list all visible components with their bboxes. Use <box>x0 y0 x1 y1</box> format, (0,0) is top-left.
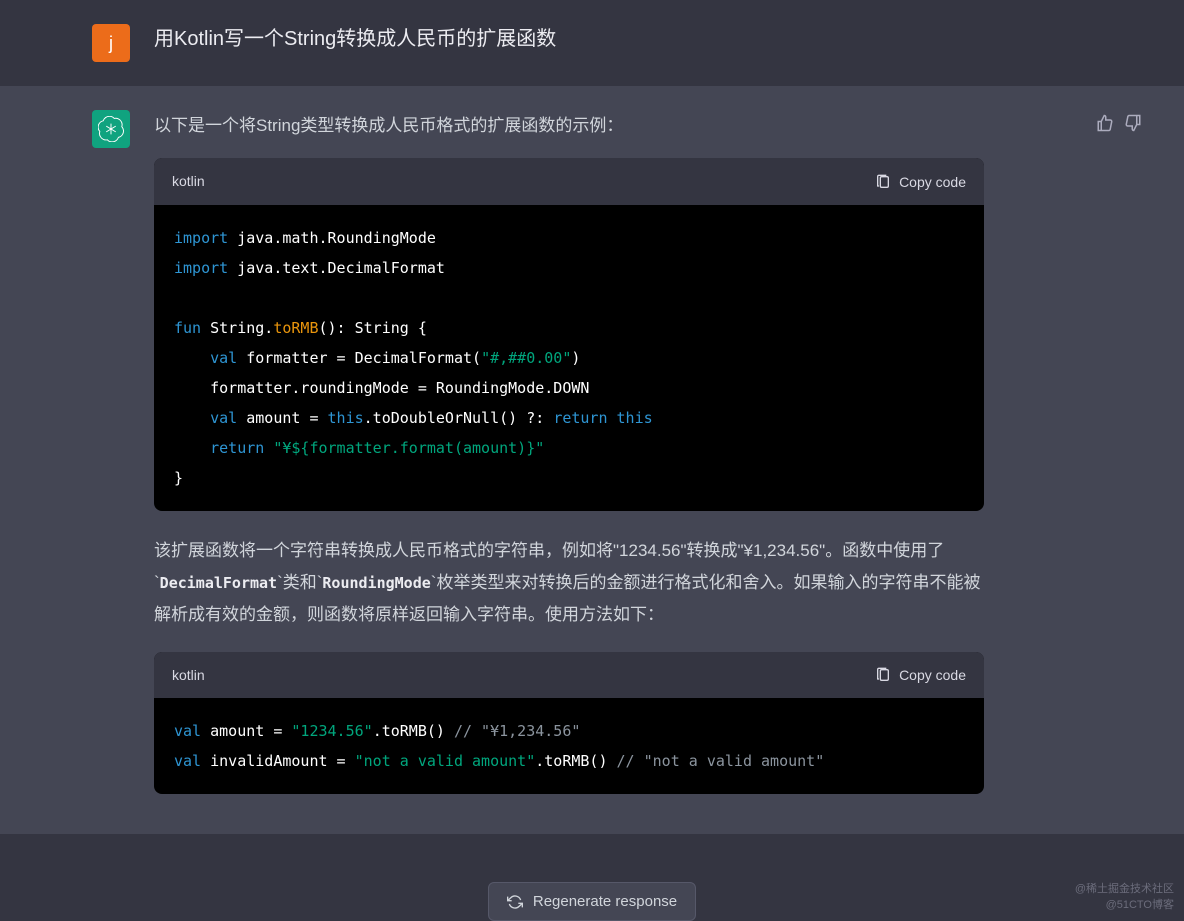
code-lang-label-2: kotlin <box>172 662 205 689</box>
clipboard-icon <box>875 667 891 683</box>
user-message-row: j 用Kotlin写一个String转换成人民币的扩展函数 <box>0 0 1184 86</box>
assistant-intro-text: 以下是一个将String类型转换成人民币格式的扩展函数的示例： <box>154 110 984 142</box>
code-content-1[interactable]: import java.math.RoundingMode import jav… <box>154 205 984 511</box>
refresh-icon <box>507 894 523 910</box>
code-block-1: kotlin Copy code import java.math.Roundi… <box>154 158 984 511</box>
clipboard-icon <box>875 174 891 190</box>
regenerate-wrap: Regenerate response <box>0 882 1184 921</box>
inline-code-decimalformat: DecimalFormat <box>160 574 277 592</box>
openai-logo-icon <box>98 116 124 142</box>
inline-code-roundingmode: RoundingMode <box>322 574 430 592</box>
copy-code-label: Copy code <box>899 174 966 190</box>
code-header-2: kotlin Copy code <box>154 652 984 699</box>
code-content-2[interactable]: val amount = "1234.56".toRMB() // "¥1,23… <box>154 698 984 794</box>
assistant-avatar <box>92 110 130 148</box>
assistant-description: 该扩展函数将一个字符串转换成人民币格式的字符串，例如将"1234.56"转换成"… <box>154 535 984 632</box>
code-header-1: kotlin Copy code <box>154 158 984 205</box>
avatar-letter: j <box>109 33 113 54</box>
feedback-buttons <box>1096 114 1142 132</box>
thumbs-down-icon[interactable] <box>1124 114 1142 132</box>
thumbs-up-icon[interactable] <box>1096 114 1114 132</box>
watermark: @稀土掘金技术社区 @51CTO博客 <box>1075 882 1174 913</box>
regenerate-button[interactable]: Regenerate response <box>488 882 696 921</box>
assistant-message-content: 以下是一个将String类型转换成人民币格式的扩展函数的示例： kotlin C… <box>154 110 984 810</box>
code-block-2: kotlin Copy code val amount = "1234.56".… <box>154 652 984 795</box>
copy-code-label-2: Copy code <box>899 667 966 683</box>
copy-code-button-1[interactable]: Copy code <box>875 174 966 190</box>
user-message-inner: j 用Kotlin写一个String转换成人民币的扩展函数 <box>92 24 1092 62</box>
user-message-text: 用Kotlin写一个String转换成人民币的扩展函数 <box>154 24 984 54</box>
copy-code-button-2[interactable]: Copy code <box>875 667 966 683</box>
regenerate-label: Regenerate response <box>533 893 677 910</box>
assistant-message-inner: 以下是一个将String类型转换成人民币格式的扩展函数的示例： kotlin C… <box>92 110 1092 810</box>
code-lang-label: kotlin <box>172 168 205 195</box>
user-avatar: j <box>92 24 130 62</box>
assistant-message-row: 以下是一个将String类型转换成人民币格式的扩展函数的示例： kotlin C… <box>0 86 1184 834</box>
